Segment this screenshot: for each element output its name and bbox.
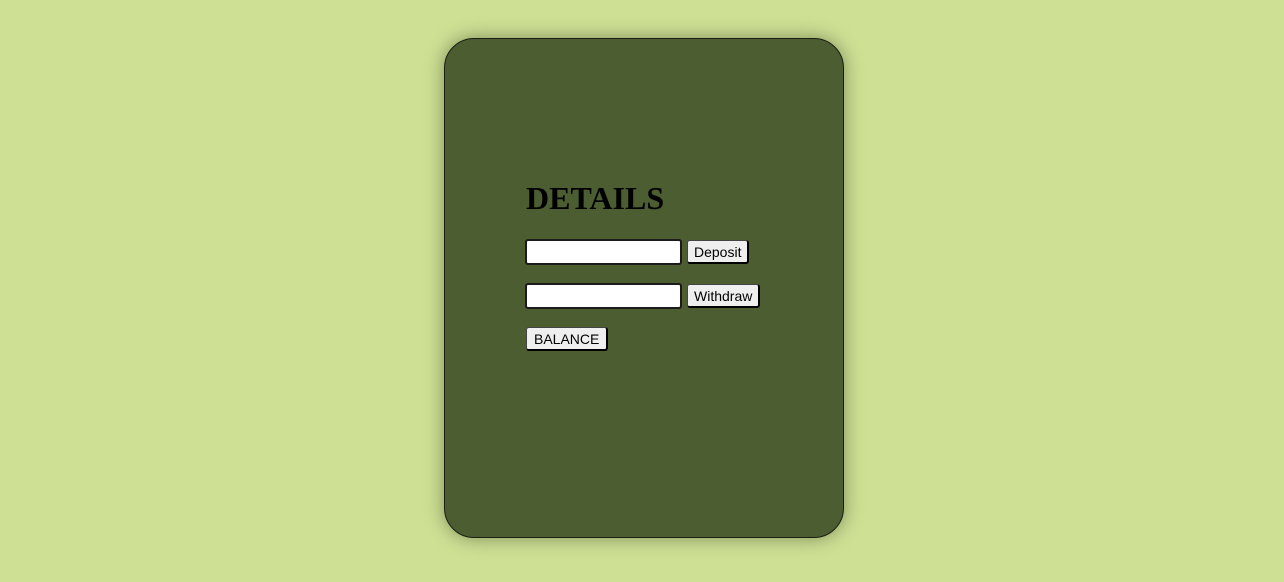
withdraw-button[interactable]: Withdraw [687, 284, 761, 308]
deposit-button[interactable]: Deposit [687, 240, 750, 264]
deposit-row: Deposit [525, 239, 750, 265]
withdraw-amount-input[interactable] [525, 283, 682, 309]
balance-button[interactable]: BALANCE [526, 327, 609, 351]
page-title: DETAILS [526, 180, 665, 216]
deposit-amount-input[interactable] [525, 239, 682, 265]
account-card: DETAILS Deposit Withdraw BALANCE [444, 38, 844, 538]
withdraw-row: Withdraw [525, 283, 761, 309]
balance-row: BALANCE [525, 327, 609, 351]
